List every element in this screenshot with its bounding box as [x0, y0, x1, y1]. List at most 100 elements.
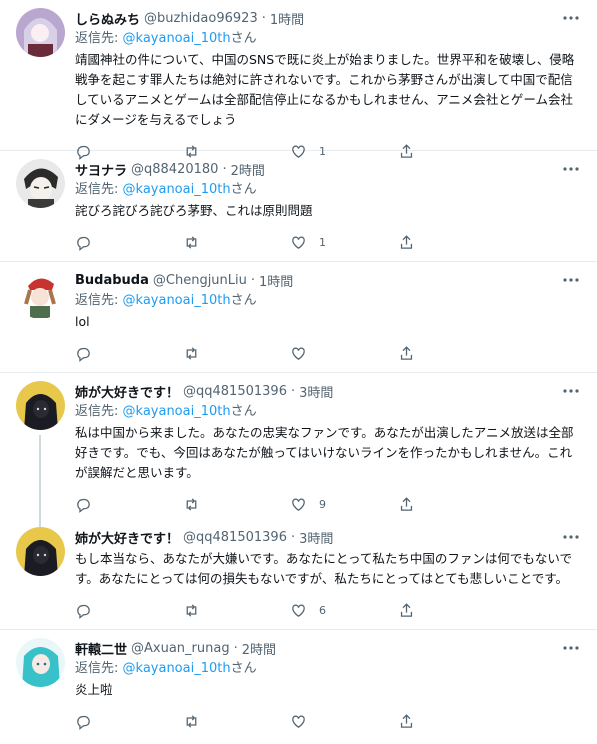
like-button[interactable]: 6 [290, 602, 398, 619]
heart-icon [292, 498, 305, 511]
tweet-header: しらぬみち @buzhidao96923 · 1時間 [75, 8, 581, 28]
like-button[interactable]: 1 [290, 234, 398, 251]
like-button[interactable] [290, 713, 398, 730]
heart-icon [292, 715, 305, 728]
more-options-icon[interactable] [561, 527, 581, 547]
user-handle[interactable]: @buzhidao96923 [144, 11, 258, 26]
reply-to-line: 返信先: @kayanoai_10thさん [75, 30, 581, 48]
timestamp[interactable]: 3時間 [299, 382, 333, 401]
tweet-actions [75, 336, 505, 370]
display-name[interactable]: Budabuda [75, 273, 149, 288]
avatar[interactable] [16, 270, 65, 319]
tweet[interactable]: しらぬみち @buzhidao96923 · 1時間 返信先: @kayanoa… [0, 0, 597, 160]
share-icon [400, 713, 412, 728]
display-name[interactable]: 姉が大好きです！ [75, 528, 179, 547]
tweet[interactable]: Budabuda @ChengjunLiu · 1時間 返信先: @kayano… [0, 262, 597, 373]
reply-to-mention[interactable]: @kayanoai_10th [123, 404, 231, 419]
reply-to-mention[interactable]: @kayanoai_10th [123, 31, 231, 46]
tweet-actions [75, 704, 505, 738]
timestamp[interactable]: 2時間 [242, 639, 276, 658]
share-icon [400, 345, 412, 360]
reply-icon [77, 236, 90, 251]
user-handle[interactable]: @ChengjunLiu [153, 273, 247, 288]
reply-to-line: 返信先: @kayanoai_10thさん [75, 181, 581, 199]
reply-to-mention[interactable]: @kayanoai_10th [123, 182, 231, 197]
reply-to-line: 返信先: @kayanoai_10thさん [75, 403, 581, 421]
share-icon [400, 234, 412, 249]
tweet[interactable]: 軒轅二世 @Axuan_runag · 2時間 返信先: @kayanoai_1… [0, 630, 597, 744]
retweet-icon [186, 603, 196, 617]
timestamp[interactable]: 1時間 [259, 271, 293, 290]
display-name[interactable]: 軒轅二世 [75, 639, 127, 658]
reply-to-suffix: さん [230, 661, 257, 676]
retweet-icon [186, 497, 196, 511]
timestamp[interactable]: 3時間 [299, 528, 333, 547]
more-options-icon[interactable] [561, 159, 581, 179]
retweet-button[interactable] [183, 234, 291, 251]
separator-dot: · [290, 383, 296, 399]
timestamp[interactable]: 1時間 [270, 9, 304, 28]
share-button[interactable] [398, 234, 506, 251]
tweet-text: もし本当なら、あなたが大嫌いです。あなたにとって私たち中国のファンは何でもないで… [75, 551, 573, 586]
more-options-icon[interactable] [561, 638, 581, 658]
separator-dot: · [261, 10, 266, 26]
retweet-button[interactable] [183, 713, 291, 730]
share-icon [400, 602, 412, 617]
reply-to-mention[interactable]: @kayanoai_10th [123, 293, 231, 308]
share-button[interactable] [398, 496, 506, 513]
user-handle[interactable]: @qq481501396 [183, 530, 287, 545]
tweet-text: 詫びろ詫びろ詫びろ茅野、これは原則問題 [75, 203, 313, 218]
share-button[interactable] [398, 713, 506, 730]
tweet-header: サヨナラ @q88420180 · 2時間 [75, 159, 581, 179]
timestamp[interactable]: 2時間 [231, 160, 265, 179]
avatar-column [16, 381, 65, 527]
tweet[interactable]: 姉が大好きです！ @qq481501396 · 3時間 返信先: @kayano… [0, 373, 597, 527]
avatar[interactable] [16, 638, 65, 687]
reply-to-label: 返信先: [75, 661, 123, 676]
display-name[interactable]: 姉が大好きです！ [75, 382, 179, 401]
reply-icon [77, 498, 90, 513]
like-button[interactable]: 9 [290, 496, 398, 513]
retweet-button[interactable] [183, 345, 291, 362]
share-button[interactable] [398, 602, 506, 619]
retweet-icon [186, 346, 196, 360]
heart-icon [292, 236, 305, 249]
display-name[interactable]: しらぬみち [75, 9, 140, 28]
retweet-button[interactable] [183, 602, 291, 619]
tweet[interactable]: 姉が大好きです！ @qq481501396 · 3時間 もし本当なら、あなたが大… [0, 519, 597, 630]
more-options-icon[interactable] [561, 381, 581, 401]
like-button[interactable] [290, 345, 398, 362]
avatar-column [16, 8, 65, 150]
retweet-button[interactable] [183, 496, 291, 513]
user-handle[interactable]: @qq481501396 [183, 384, 287, 399]
tweet-content: 姉が大好きです！ @qq481501396 · 3時間 もし本当なら、あなたが大… [75, 527, 581, 629]
user-handle[interactable]: @Axuan_runag [131, 641, 230, 656]
tweet-header: 姉が大好きです！ @qq481501396 · 3時間 [75, 381, 581, 401]
tweet-content: 軒轅二世 @Axuan_runag · 2時間 返信先: @kayanoai_1… [75, 638, 581, 744]
avatar[interactable] [16, 527, 65, 576]
thread-line [39, 435, 41, 527]
avatar[interactable] [16, 381, 65, 430]
reply-button[interactable] [75, 345, 183, 362]
display-name[interactable]: サヨナラ [75, 160, 127, 179]
avatar[interactable] [16, 8, 65, 57]
reply-button[interactable] [75, 234, 183, 251]
tweet-text: 私は中国から来ました。あなたの忠実なファンです。あなたが出演したアニメ放送は全部… [75, 425, 574, 480]
reply-to-mention[interactable]: @kayanoai_10th [123, 661, 231, 676]
reply-to-line: 返信先: @kayanoai_10thさん [75, 292, 581, 310]
reply-button[interactable] [75, 496, 183, 513]
share-button[interactable] [398, 345, 506, 362]
more-options-icon[interactable] [561, 270, 581, 290]
more-options-icon[interactable] [561, 8, 581, 28]
reply-icon [77, 347, 90, 362]
tweet[interactable]: サヨナラ @q88420180 · 2時間 返信先: @kayanoai_10t… [0, 151, 597, 262]
tweet-actions: 9 [75, 487, 505, 521]
reply-to-suffix: さん [230, 293, 257, 308]
avatar[interactable] [16, 159, 65, 208]
reply-button[interactable] [75, 713, 183, 730]
reply-button[interactable] [75, 602, 183, 619]
reply-feed: しらぬみち @buzhidao96923 · 1時間 返信先: @kayanoa… [0, 0, 597, 744]
tweet-content: Budabuda @ChengjunLiu · 1時間 返信先: @kayano… [75, 270, 581, 372]
like-count: 9 [319, 497, 326, 511]
user-handle[interactable]: @q88420180 [131, 162, 218, 177]
